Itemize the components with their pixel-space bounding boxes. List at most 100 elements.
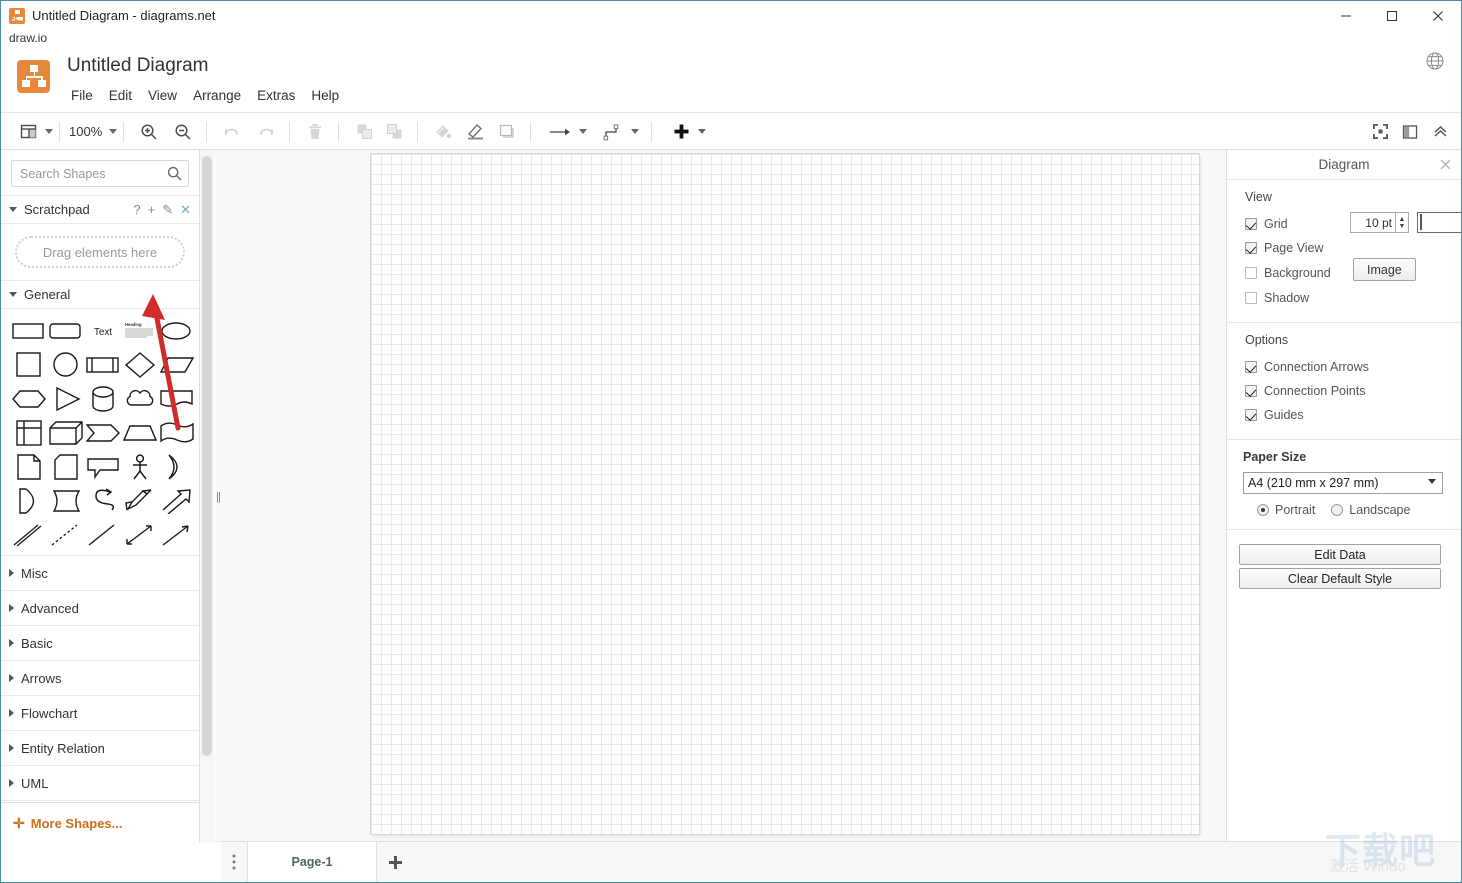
search-box[interactable]: [11, 160, 189, 187]
zoom-level-button[interactable]: 100%: [66, 117, 105, 147]
shape-ellipse[interactable]: [159, 319, 195, 343]
stepper-up-icon[interactable]: ▲: [1399, 216, 1406, 223]
guides-checkbox[interactable]: [1245, 409, 1257, 421]
trash-icon[interactable]: [302, 117, 328, 147]
shape-arrow[interactable]: [159, 489, 195, 514]
shape-cylinder[interactable]: [85, 386, 121, 412]
close-icon[interactable]: [1440, 157, 1451, 173]
shape-process[interactable]: [85, 353, 121, 377]
landscape-radio[interactable]: [1331, 504, 1344, 516]
minimize-button[interactable]: [1323, 1, 1369, 30]
shape-rounded-rectangle[interactable]: [48, 319, 84, 343]
add-page-button[interactable]: [377, 842, 413, 882]
shape-callout[interactable]: [85, 455, 121, 479]
shape-circle[interactable]: [48, 352, 84, 377]
category-advanced[interactable]: Advanced: [1, 591, 199, 626]
shape-textbox[interactable]: Heading: [122, 319, 158, 343]
page-menu-icon[interactable]: [221, 842, 247, 882]
shape-curve[interactable]: [85, 488, 121, 513]
arrow-style-icon[interactable]: [545, 117, 575, 147]
shape-hexagon[interactable]: [11, 387, 47, 411]
grid-size-stepper[interactable]: ▲ ▼: [1396, 212, 1409, 233]
shape-step[interactable]: [85, 421, 121, 445]
menu-arrange[interactable]: Arrange: [185, 86, 249, 105]
paper-size-select[interactable]: A4 (210 mm x 297 mm): [1243, 472, 1443, 494]
shape-line[interactable]: [85, 523, 121, 547]
chevron-up-icon[interactable]: [1427, 117, 1453, 147]
diagram-canvas[interactable]: [221, 150, 1226, 843]
shape-diamond[interactable]: [122, 352, 158, 378]
shape-cube[interactable]: [48, 421, 84, 445]
layout-view-caret[interactable]: [45, 129, 53, 134]
shape-card[interactable]: [48, 454, 84, 480]
scratchpad-dropzone[interactable]: Drag elements here: [15, 236, 185, 268]
menu-extras[interactable]: Extras: [249, 86, 303, 105]
background-image-button[interactable]: Image: [1353, 258, 1416, 281]
orientation-landscape[interactable]: Landscape: [1331, 503, 1410, 517]
stepper-down-icon[interactable]: ▼: [1399, 223, 1406, 230]
shape-note[interactable]: [11, 454, 47, 480]
close-button[interactable]: [1415, 1, 1461, 30]
globe-icon[interactable]: [1425, 51, 1447, 73]
line-color-icon[interactable]: [462, 117, 488, 147]
menu-file[interactable]: File: [67, 86, 101, 105]
grid-color-swatch[interactable]: [1417, 212, 1461, 233]
insert-caret[interactable]: [698, 129, 707, 134]
more-shapes-button[interactable]: ✛ More Shapes...: [1, 802, 199, 843]
connection-style-caret[interactable]: [631, 129, 640, 134]
grid-checkbox[interactable]: [1245, 218, 1257, 230]
page-sheet[interactable]: [371, 154, 1199, 834]
shadow-icon[interactable]: [494, 117, 520, 147]
arrow-style-caret[interactable]: [579, 129, 588, 134]
portrait-radio[interactable]: [1257, 504, 1269, 516]
category-basic[interactable]: Basic: [1, 626, 199, 661]
category-arrows[interactable]: Arrows: [1, 661, 199, 696]
fullscreen-icon[interactable]: [1367, 117, 1393, 147]
shadow-checkbox[interactable]: [1245, 292, 1257, 304]
shapes-panel-scroll-thumb[interactable]: [202, 156, 212, 756]
connection-style-icon[interactable]: [599, 117, 627, 147]
connection-points-checkbox[interactable]: [1245, 385, 1257, 397]
fill-color-icon[interactable]: [430, 117, 456, 147]
background-checkbox[interactable]: [1245, 267, 1257, 279]
shape-double-line[interactable]: [11, 523, 47, 547]
shape-parallelogram[interactable]: [159, 353, 195, 377]
menu-edit[interactable]: Edit: [101, 86, 140, 105]
shape-triangle[interactable]: [48, 387, 84, 411]
menu-help[interactable]: Help: [303, 86, 347, 105]
scratchpad-add-icon[interactable]: +: [148, 202, 156, 217]
section-scratchpad[interactable]: Scratchpad ? + ✎ ✕: [1, 195, 199, 224]
maximize-button[interactable]: [1369, 1, 1415, 30]
category-entity-relation[interactable]: Entity Relation: [1, 731, 199, 766]
edit-data-button[interactable]: Edit Data: [1239, 544, 1441, 565]
shape-trapezoid[interactable]: [122, 421, 158, 445]
connection-arrows-checkbox[interactable]: [1245, 361, 1257, 373]
document-title[interactable]: Untitled Diagram: [67, 55, 209, 77]
shape-document[interactable]: [159, 387, 195, 411]
shape-rectangle[interactable]: [11, 319, 47, 343]
page-view-checkbox[interactable]: [1245, 242, 1257, 254]
shape-dashed-line[interactable]: [48, 523, 84, 547]
zoom-in-icon[interactable]: [136, 117, 162, 147]
shape-square[interactable]: [11, 352, 47, 377]
format-panel-icon[interactable]: [1397, 117, 1423, 147]
shape-cloud[interactable]: [122, 387, 158, 411]
scratchpad-close-icon[interactable]: ✕: [180, 202, 191, 218]
shape-internal-storage[interactable]: [11, 420, 47, 446]
shapes-panel-scrollbar[interactable]: [200, 150, 214, 843]
redo-icon[interactable]: [253, 117, 279, 147]
category-flowchart[interactable]: Flowchart: [1, 696, 199, 731]
scratchpad-edit-icon[interactable]: ✎: [162, 202, 173, 218]
orientation-portrait[interactable]: Portrait: [1257, 503, 1315, 517]
send-to-back-icon[interactable]: [381, 117, 407, 147]
layout-view-icon[interactable]: [15, 117, 41, 147]
zoom-out-icon[interactable]: [170, 117, 196, 147]
zoom-caret[interactable]: [109, 129, 118, 134]
shape-text[interactable]: Text: [85, 319, 121, 343]
plus-insert-icon[interactable]: [668, 117, 694, 147]
shape-directional-connector[interactable]: [159, 523, 195, 547]
shape-bidirectional-arrow[interactable]: [122, 489, 158, 513]
shape-data-storage[interactable]: [48, 489, 84, 513]
category-misc[interactable]: Misc: [1, 556, 199, 591]
shape-tape[interactable]: [159, 421, 195, 445]
